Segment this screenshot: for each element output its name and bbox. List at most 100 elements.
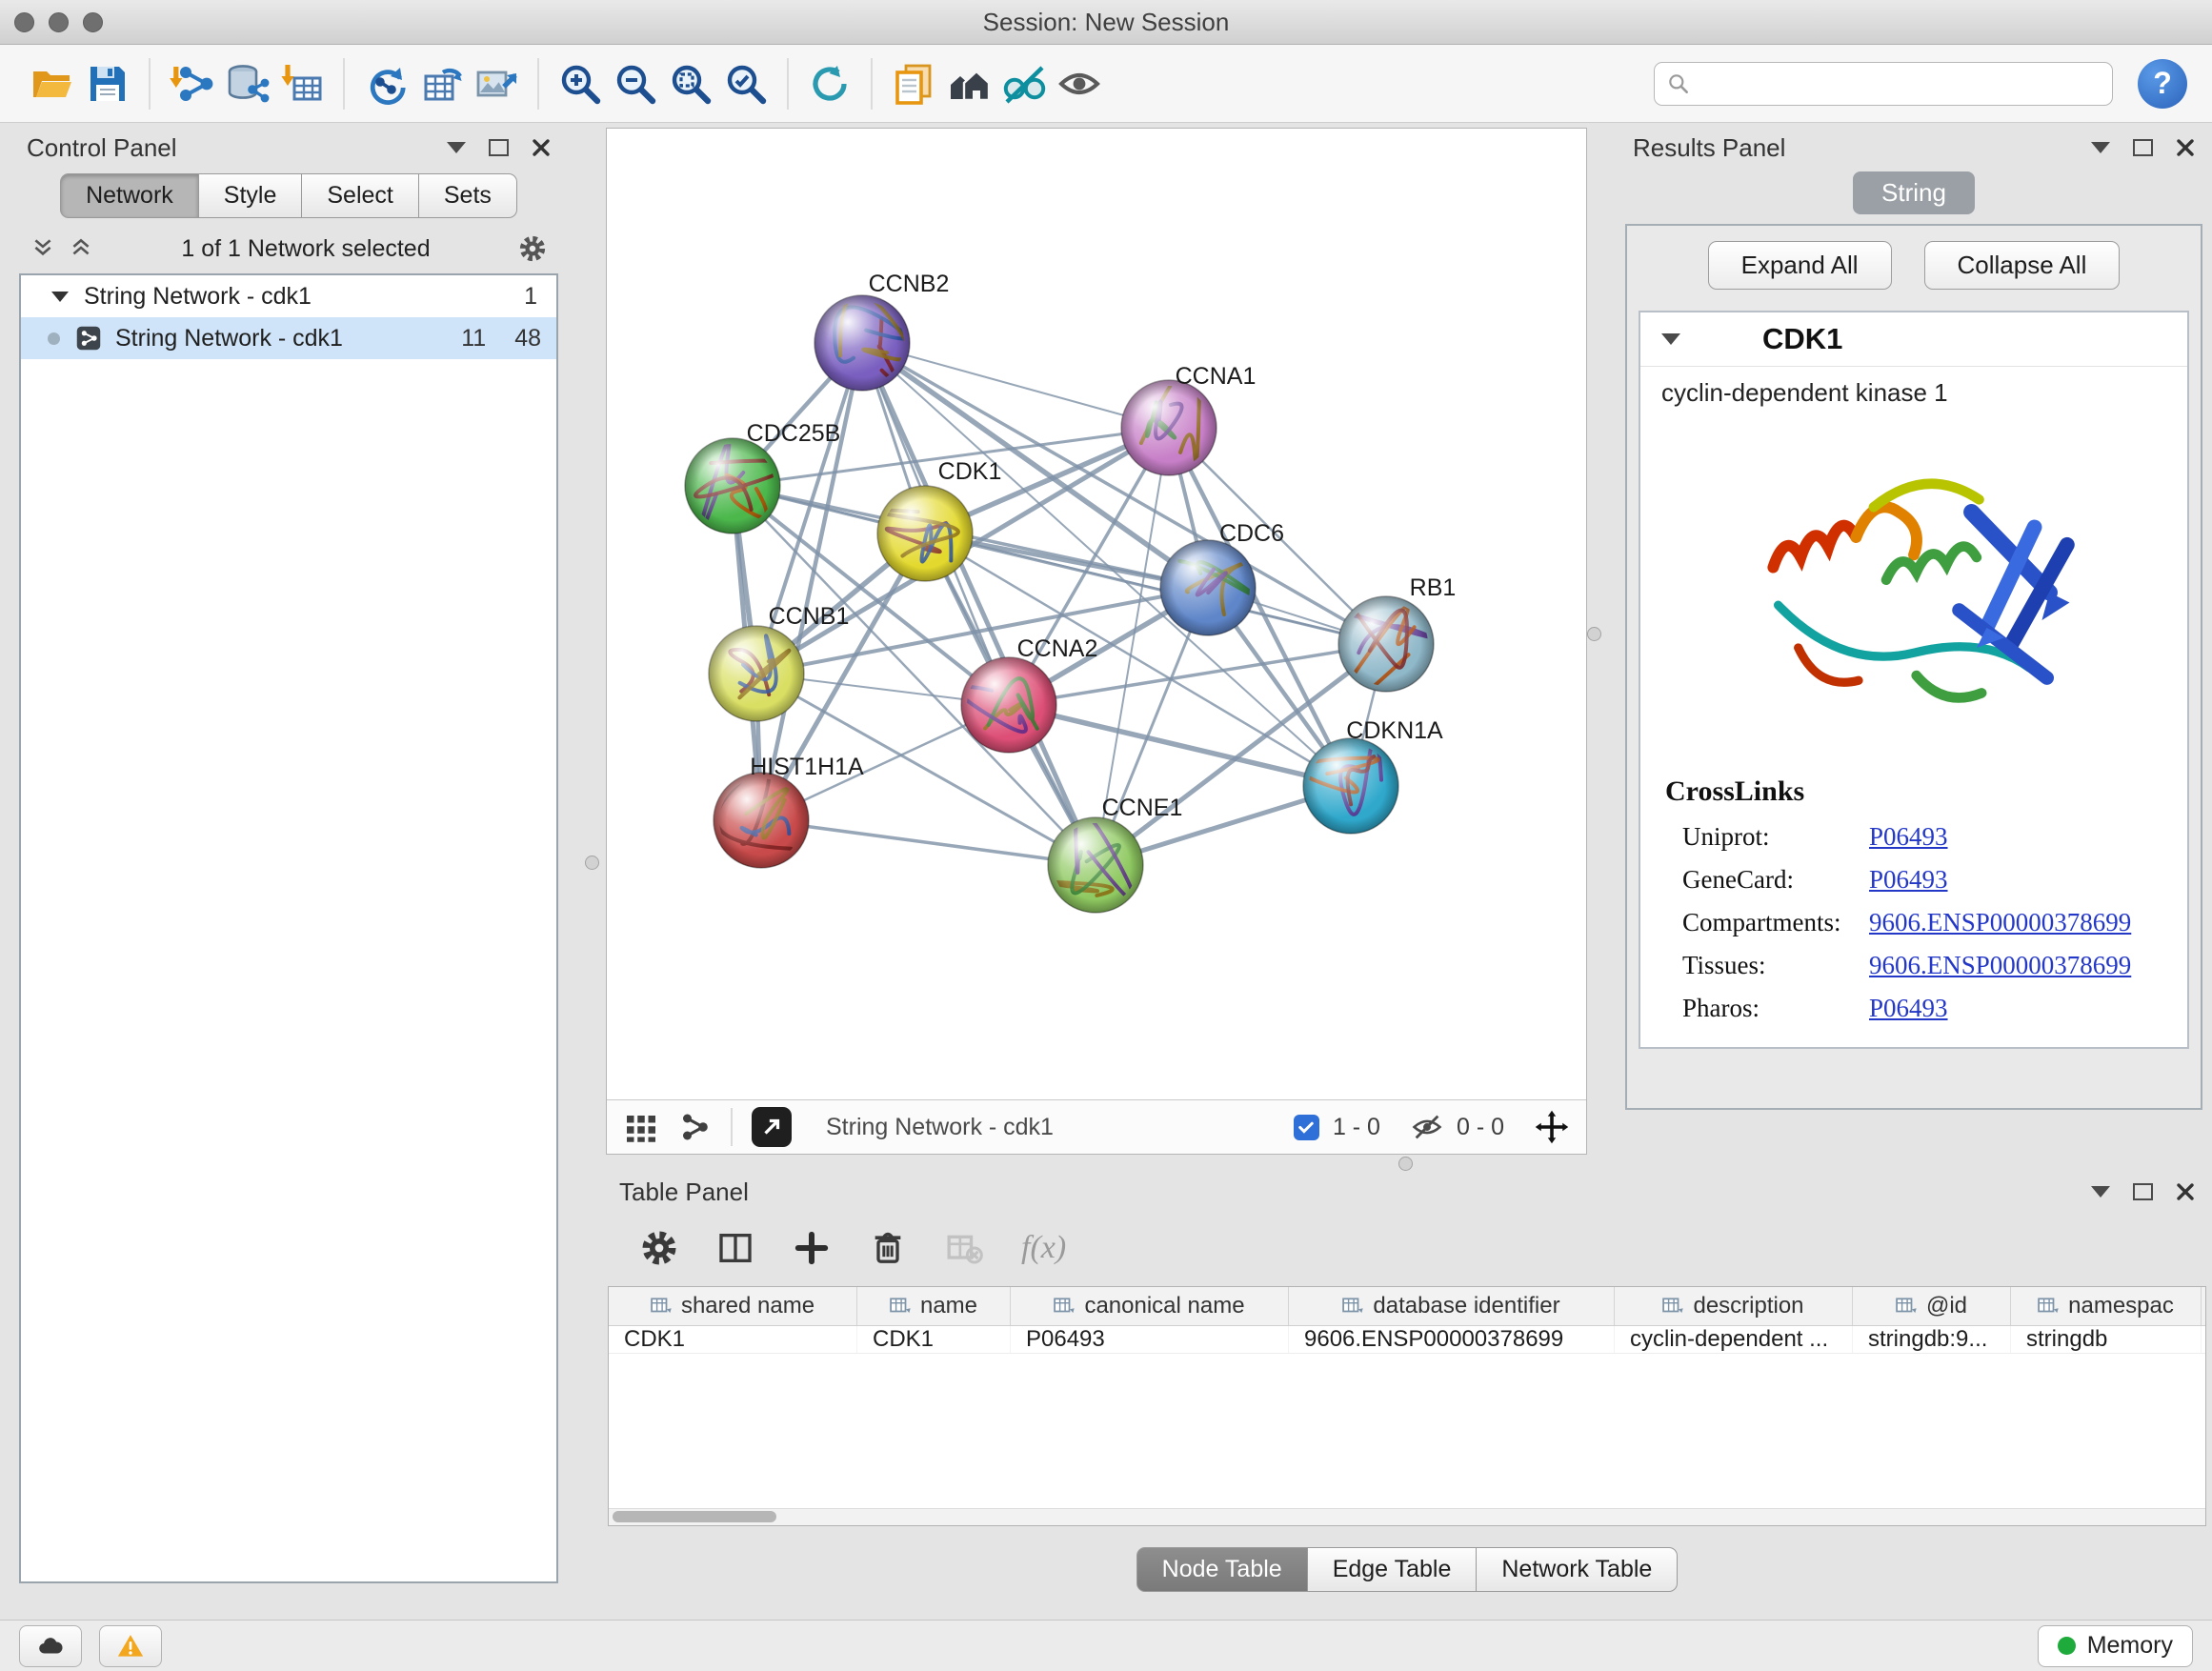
tab-node-table[interactable]: Node Table <box>1136 1547 1308 1592</box>
tab-select[interactable]: Select <box>302 173 418 218</box>
zoom-in-button[interactable] <box>553 56 608 111</box>
column-header-label: description <box>1693 1293 1803 1319</box>
collapse-all-button[interactable]: Collapse All <box>1924 241 2121 290</box>
network-collection-row[interactable]: String Network - cdk1 1 <box>21 275 556 317</box>
add-column-icon[interactable] <box>793 1229 831 1267</box>
import-network-database-button[interactable] <box>219 56 274 111</box>
entry-collapse-icon[interactable] <box>1661 333 1680 345</box>
crosslink-value[interactable]: P06493 <box>1869 994 1948 1023</box>
column-header-shared-name[interactable]: shared name <box>609 1287 857 1325</box>
splitter-handle[interactable] <box>1398 1157 1413 1171</box>
search-input[interactable] <box>1700 69 2101 98</box>
hidden-eye-slash-icon[interactable] <box>1411 1111 1443 1143</box>
tab-sets[interactable]: Sets <box>419 173 517 218</box>
network-status-dot <box>48 332 60 345</box>
column-header-description[interactable]: description <box>1615 1287 1853 1325</box>
table-body: CDK1CDK1P064939606.ENSP00000378699cyclin… <box>609 1326 2205 1354</box>
edge-CCNB2-CCNE1[interactable] <box>862 343 1096 865</box>
horizontal-scrollbar[interactable] <box>609 1508 2205 1525</box>
toolbar-separator <box>871 58 873 110</box>
delete-column-trash-icon[interactable] <box>869 1229 907 1267</box>
table-row[interactable]: CDK1CDK1P064939606.ENSP00000378699cyclin… <box>609 1326 2205 1354</box>
tree-expand-icon[interactable] <box>51 292 69 302</box>
crosslink-value[interactable]: 9606.ENSP00000378699 <box>1869 951 2131 980</box>
glass-ball-effect-button[interactable] <box>996 56 1052 111</box>
export-image-button[interactable] <box>469 56 524 111</box>
node-RB1[interactable]: RB1 <box>1330 574 1457 715</box>
save-session-button[interactable] <box>80 56 135 111</box>
string-home-button[interactable] <box>941 56 996 111</box>
table-cell: CDK1 <box>857 1326 1011 1353</box>
new-network-button[interactable] <box>358 56 413 111</box>
import-table-file-button[interactable] <box>274 56 330 111</box>
tab-network[interactable]: Network <box>60 173 199 218</box>
scrollbar-thumb[interactable] <box>613 1511 776 1522</box>
function-builder-button[interactable]: f(x) <box>1021 1230 1066 1266</box>
node-HIST1H1A[interactable]: HIST1H1A <box>714 754 864 868</box>
collection-label: String Network - cdk1 <box>84 283 312 311</box>
collapse-all-networks-icon[interactable] <box>69 236 93 261</box>
splitter-handle[interactable] <box>1587 627 1601 641</box>
help-button[interactable]: ? <box>2138 59 2187 109</box>
open-session-button[interactable] <box>25 56 80 111</box>
panel-menu-icon[interactable] <box>2091 142 2110 153</box>
tab-edge-table[interactable]: Edge Table <box>1308 1547 1478 1592</box>
splitter-handle[interactable] <box>585 856 599 870</box>
zoom-out-button[interactable] <box>608 56 663 111</box>
network-canvas[interactable]: CCNB2CCNA1CDC25BCDK1CDC6RB1CCNB1CCNA2CDK… <box>607 129 1586 1099</box>
help-label: ? <box>2153 66 2172 101</box>
table-settings-gear-icon[interactable] <box>640 1229 678 1267</box>
tab-network-table[interactable]: Network Table <box>1477 1547 1678 1592</box>
expand-all-networks-icon[interactable] <box>30 236 55 261</box>
houses-icon <box>946 61 992 107</box>
node-CDKN1A[interactable]: CDKN1A <box>1299 717 1443 834</box>
node-CCNA1[interactable]: CCNA1 <box>1121 363 1256 475</box>
network-graph[interactable]: CCNB2CCNA1CDC25BCDK1CDC6RB1CCNB1CCNA2CDK… <box>607 129 1586 1099</box>
duplicate-network-button[interactable] <box>886 56 941 111</box>
expand-all-button[interactable]: Expand All <box>1708 241 1892 290</box>
panel-menu-icon[interactable] <box>2091 1186 2110 1198</box>
crosslink-value[interactable]: 9606.ENSP00000378699 <box>1869 908 2131 937</box>
import-table-icon <box>279 61 325 107</box>
import-network-file-button[interactable] <box>164 56 219 111</box>
eye-icon <box>1056 61 1102 107</box>
float-panel-icon[interactable] <box>2133 1183 2153 1200</box>
column-header-canonical-name[interactable]: canonical name <box>1011 1287 1289 1325</box>
crosslink-value[interactable]: P06493 <box>1869 865 1948 895</box>
apply-layout-button[interactable] <box>802 56 857 111</box>
close-panel-icon[interactable] <box>2176 138 2195 157</box>
close-panel-icon[interactable] <box>532 138 551 157</box>
tab-style[interactable]: Style <box>199 173 303 218</box>
string-tab-badge[interactable]: String <box>1853 171 1975 214</box>
crosslink-label: Pharos: <box>1682 994 1861 1023</box>
column-header-name[interactable]: name <box>857 1287 1011 1325</box>
grid-view-button[interactable] <box>624 1110 658 1144</box>
node-CDK1[interactable]: CDK1 <box>875 458 1001 581</box>
edge-CCNB2-HIST1H1A[interactable] <box>761 343 862 820</box>
node-CCNB2[interactable]: CCNB2 <box>814 271 949 391</box>
edge-CCNE1-HIST1H1A[interactable] <box>761 820 1096 865</box>
zoom-selected-button[interactable] <box>718 56 774 111</box>
panel-menu-icon[interactable] <box>447 142 466 153</box>
column-header-namespac[interactable]: namespac <box>2011 1287 2202 1325</box>
column-header--id[interactable]: @id <box>1853 1287 2011 1325</box>
memory-button[interactable]: Memory <box>2038 1625 2193 1667</box>
float-panel-icon[interactable] <box>2133 139 2153 156</box>
column-header-database-identifier[interactable]: database identifier <box>1289 1287 1615 1325</box>
image-export-icon <box>473 61 519 107</box>
network-row[interactable]: String Network - cdk1 11 48 <box>21 317 556 359</box>
zoom-fit-button[interactable] <box>663 56 718 111</box>
open-in-new-window-button[interactable] <box>752 1107 792 1147</box>
birdseye-view-button[interactable] <box>677 1110 712 1144</box>
cloud-status-button[interactable] <box>19 1625 82 1667</box>
export-table-button[interactable] <box>413 56 469 111</box>
string-labels-button[interactable] <box>1052 56 1107 111</box>
select-columns-icon[interactable] <box>716 1229 754 1267</box>
warnings-button[interactable] <box>99 1625 162 1667</box>
selected-indicator-checkbox[interactable] <box>1294 1115 1319 1140</box>
float-panel-icon[interactable] <box>489 139 509 156</box>
pan-move-icon[interactable] <box>1535 1110 1569 1144</box>
gear-icon[interactable] <box>518 234 547 263</box>
close-panel-icon[interactable] <box>2176 1182 2195 1201</box>
crosslink-value[interactable]: P06493 <box>1869 822 1948 852</box>
